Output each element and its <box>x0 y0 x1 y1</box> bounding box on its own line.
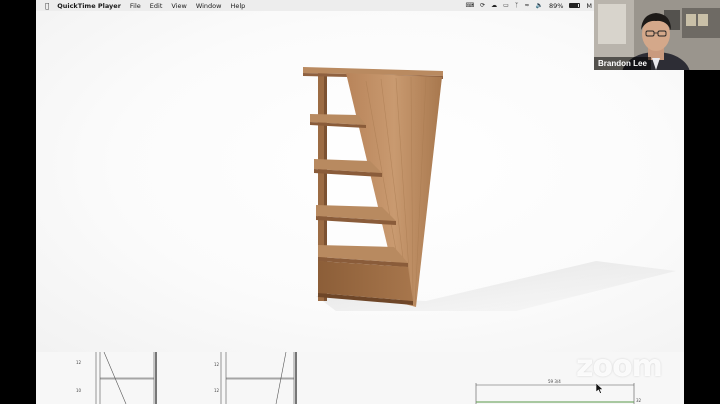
keyboard-icon[interactable]: ⌨ <box>465 2 474 9</box>
bluetooth-icon[interactable]: ᛉ <box>515 2 519 9</box>
apple-icon[interactable]:  <box>45 2 49 10</box>
airplay-icon[interactable]: ▭ <box>503 2 509 9</box>
dim-left-a: 12 <box>76 360 82 365</box>
dim-left-b: 10 <box>76 388 82 393</box>
menu-window[interactable]: Window <box>196 2 222 10</box>
volume-icon[interactable]: 🔈 <box>535 2 542 9</box>
menu-file[interactable]: File <box>130 2 141 10</box>
menu-help[interactable]: Help <box>230 2 245 10</box>
dim-mid-a: 12 <box>214 362 220 367</box>
battery-percent: 89% <box>548 1 564 10</box>
dim-right-side: 32 <box>636 398 642 403</box>
zoom-watermark: zoom <box>576 349 663 384</box>
bookshelf-render <box>303 67 676 311</box>
render-viewport <box>36 11 684 352</box>
menu-edit[interactable]: Edit <box>150 2 163 10</box>
battery-icon[interactable] <box>569 3 581 8</box>
dim-right-top: 59 3/4 <box>548 379 561 384</box>
menu-view[interactable]: View <box>171 2 186 10</box>
mouse-cursor-icon <box>596 383 604 394</box>
menu-app-name[interactable]: QuickTime Player <box>57 2 121 10</box>
dim-mid-b: 12 <box>214 388 220 393</box>
participant-video-tile[interactable]: Brandon Lee <box>594 0 720 70</box>
sync-icon[interactable]: ⟳ <box>480 2 485 9</box>
wifi-icon[interactable]: ≈ <box>524 2 529 9</box>
participant-name: Brandon Lee <box>594 57 651 70</box>
status-area: ⌨ ⟳ ☁ ▭ ᛉ ≈ 🔈 89% M <box>465 2 594 10</box>
cloud-icon[interactable]: ☁ <box>491 2 497 9</box>
menu-overflow-label: M <box>586 1 592 10</box>
menu-bar:  QuickTime Player File Edit View Window… <box>36 0 594 11</box>
